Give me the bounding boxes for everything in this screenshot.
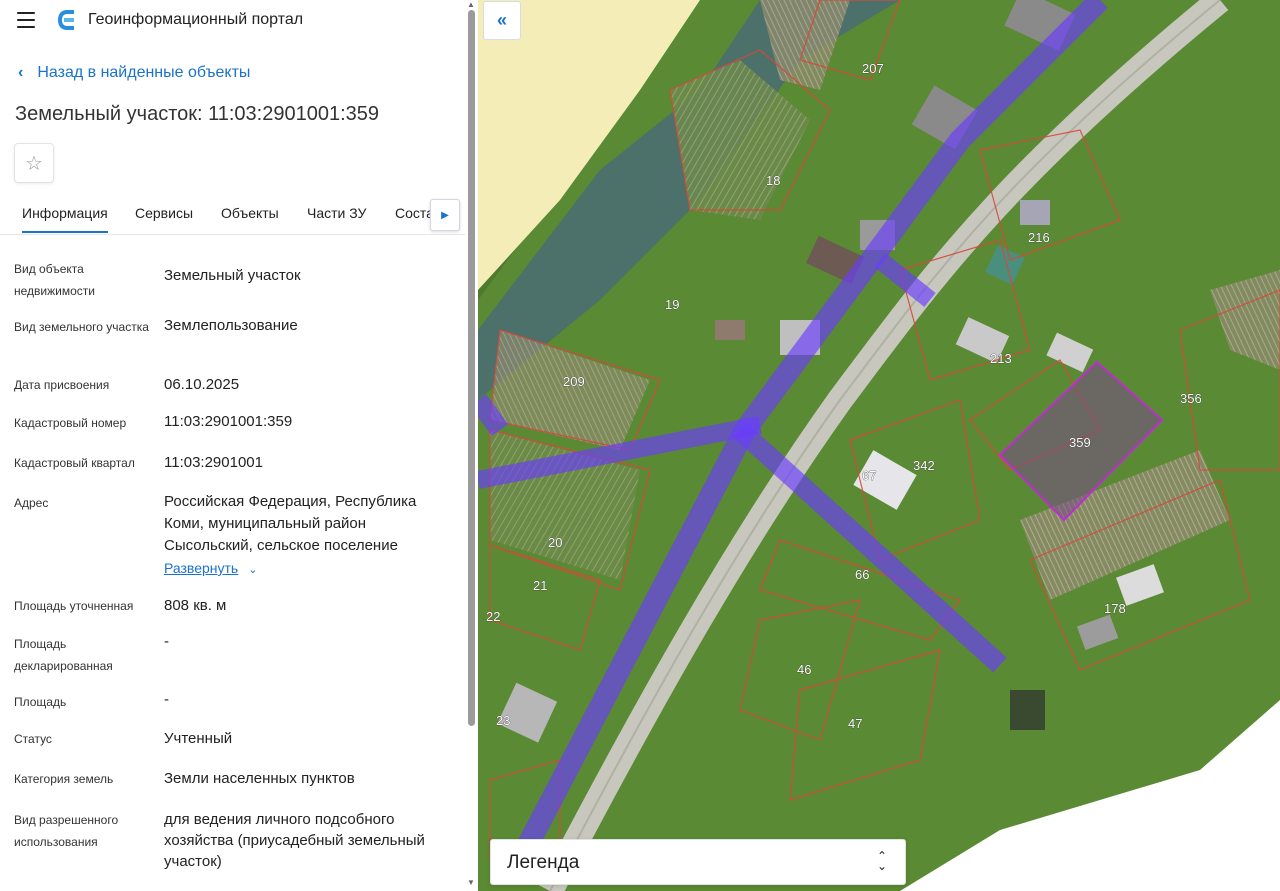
tabs-scroll-right-icon[interactable]: ▶ (430, 199, 460, 231)
parcel-label: 207 (862, 61, 884, 76)
parcel-label: 66 (855, 567, 869, 582)
tab-objects[interactable]: Объекты (221, 205, 279, 221)
object-title: Земельный участок: 11:03:2901001:359 (15, 103, 380, 125)
property-value: - (164, 633, 169, 650)
property-label: Площадь уточненная (14, 599, 134, 613)
property-value: Учтенный (164, 730, 233, 747)
portal-logo-icon (58, 10, 74, 30)
parcel-label: 359 (1069, 435, 1091, 450)
back-link[interactable]: ‹ Назад в найденные объекты (18, 64, 250, 82)
chevron-left-icon: ‹ (18, 64, 24, 81)
parcel-label: 21 (533, 578, 547, 593)
app-title: Геоинформационный портал (88, 11, 304, 28)
address-text: Российская Федерация, Республика Коми, м… (164, 493, 417, 554)
chevron-down-icon[interactable]: ⌄ (248, 559, 257, 581)
property-value: Земли населенных пунктов (164, 770, 355, 787)
favorite-star-icon[interactable]: ☆ (14, 143, 54, 183)
parcel-label: 356 (1180, 391, 1202, 406)
legend-dropdown[interactable]: Легенда ⌃ ⌄ (490, 839, 906, 885)
parcel-label: 67 (862, 468, 876, 483)
property-label: Дата присвоения (14, 378, 110, 392)
property-value: Земельный участок (164, 267, 301, 284)
property-value: 808 кв. м (164, 597, 227, 614)
property-value: 06.10.2025 (164, 376, 240, 393)
parcel-label: 178 (1104, 601, 1126, 616)
scroll-down-icon[interactable]: ▼ (467, 878, 475, 887)
tab-parcel-parts[interactable]: Части ЗУ (307, 205, 366, 221)
parcel-label: 213 (990, 351, 1012, 366)
parcel-label: 342 (913, 458, 935, 473)
property-label: Кадастровый номер (14, 416, 127, 430)
property-value: Российская Федерация, Республика Коми, м… (164, 491, 454, 581)
parcel-label: 46 (797, 662, 811, 677)
back-label: Назад в найденные объекты (37, 64, 251, 81)
scroll-up-icon[interactable]: ▲ (467, 0, 475, 9)
tab-services[interactable]: Сервисы (135, 205, 193, 221)
property-label: Площадь декларированная (14, 637, 113, 673)
property-label: Категория земель (14, 772, 114, 786)
property-label: Вид земельного участка (14, 320, 149, 334)
property-value: для ведения личного подсобного хозяйства… (164, 811, 425, 870)
satellite-map: 207 18 216 19 213 209 356 359 342 67 20 … (478, 0, 1280, 891)
expand-link[interactable]: Развернуть (164, 560, 238, 576)
property-label: Кадастровый квартал (14, 456, 135, 470)
parcel-label: 209 (563, 374, 585, 389)
parcel-label: 18 (766, 173, 780, 188)
top-bar: Геоинформационный портал (0, 0, 465, 42)
tab-bar: Информация Сервисы Объекты Части ЗУ Сост… (0, 196, 465, 235)
property-value: 11:03:2901001 (164, 454, 263, 471)
menu-icon[interactable] (17, 12, 35, 28)
parcel-label: 23 (496, 713, 510, 728)
info-panel: Геоинформационный портал ‹ Назад в найде… (0, 0, 478, 891)
property-label: Статус (14, 732, 52, 746)
legend-label: Легенда (507, 852, 580, 873)
property-value: 11:03:2901001:359 (164, 413, 293, 430)
tab-composition[interactable]: Соста (395, 205, 434, 221)
property-value: Землепользование (164, 317, 298, 334)
property-label: Вид разрешенного использования (14, 813, 119, 849)
parcel-label: 20 (548, 535, 562, 550)
property-value: - (164, 691, 169, 708)
property-label: Адрес (14, 496, 49, 510)
parcel-label: 19 (665, 297, 679, 312)
parcel-label: 22 (486, 609, 500, 624)
parcel-label: 47 (848, 716, 862, 731)
scrollbar-thumb[interactable] (468, 10, 475, 726)
parcel-label: 216 (1028, 230, 1050, 245)
property-label: Площадь (14, 695, 67, 709)
collapse-panel-icon[interactable]: « (483, 1, 521, 40)
tab-information[interactable]: Информация (22, 205, 108, 233)
expand-collapse-icon: ⌃ ⌄ (876, 849, 887, 873)
map-view[interactable]: 207 18 216 19 213 209 356 359 342 67 20 … (478, 0, 1280, 891)
property-label: Вид объекта недвижимости (14, 262, 95, 298)
